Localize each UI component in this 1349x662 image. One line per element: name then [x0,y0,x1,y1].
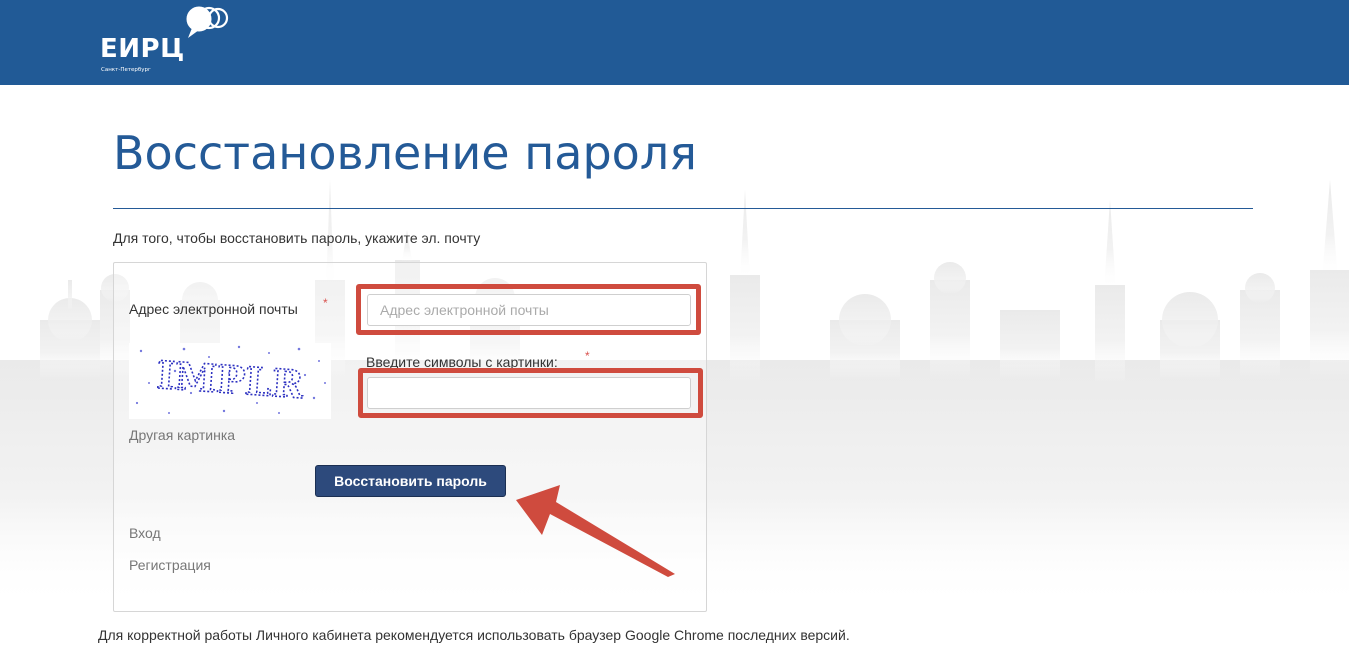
intro-text: Для того, чтобы восстановить пароль, ука… [113,230,481,246]
captcha-required-mark: * [585,349,590,363]
register-link[interactable]: Регистрация [129,557,211,573]
pointer-arrow-icon [516,485,675,577]
email-required-mark: * [323,296,328,310]
logo-text: ЕИРЦ [100,34,185,64]
browser-recommendation-note: Для корректной работы Личного кабинета р… [98,627,850,643]
logo-subtext: Санкт-Петербург [101,67,151,73]
refresh-captcha-link[interactable]: Другая картинка [129,427,235,443]
email-input[interactable] [367,294,691,326]
eirc-logo[interactable]: ЕИРЦ Санкт-Петербург [100,4,240,78]
captcha-image: IMPLR [129,343,331,419]
page-title: Восстановление пароля [113,126,697,180]
title-divider [113,208,1253,209]
speech-bubbles-icon [186,6,229,38]
site-header: ЕИРЦ Санкт-Петербург [0,0,1349,85]
login-link[interactable]: Вход [129,525,161,541]
captcha-label: Введите символы с картинки: [366,354,558,370]
captcha-input[interactable] [367,377,691,409]
recover-password-button[interactable]: Восстановить пароль [315,465,506,497]
email-label: Адрес электронной почты [129,301,298,317]
